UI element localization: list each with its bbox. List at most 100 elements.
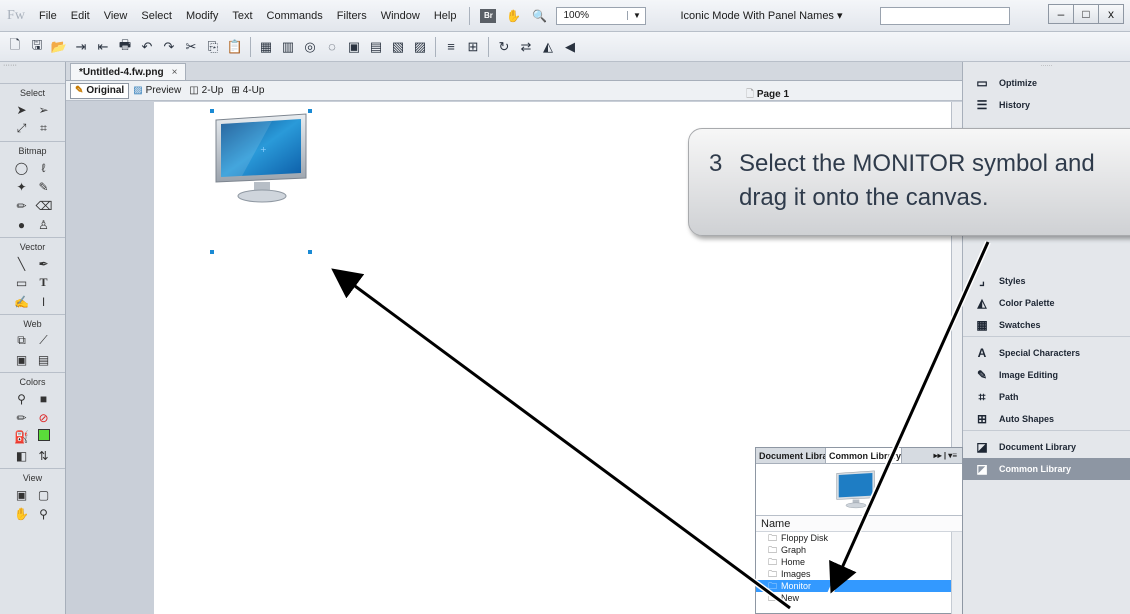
view-2up-button[interactable]: ◫ 2-Up	[185, 83, 227, 99]
lasso-tool-icon[interactable]: ℓ	[36, 161, 52, 175]
zoom-icon[interactable]: 🔍	[530, 7, 548, 25]
pointer-tool-icon[interactable]: ➤	[14, 103, 30, 117]
swap-colors-icon[interactable]: ⇅	[36, 449, 52, 463]
view-preview-button[interactable]: ▨ Preview	[129, 83, 185, 99]
flip-vertical-icon[interactable]: ◀	[559, 36, 581, 58]
show-slices-icon[interactable]: ▤	[36, 353, 52, 367]
panel-common-library[interactable]: ◪ Common Library	[963, 458, 1130, 480]
align-icon[interactable]: ≡	[440, 36, 462, 58]
view-4up-button[interactable]: ⊞ 4-Up	[227, 83, 268, 99]
copy-icon[interactable]: ⎘	[202, 36, 224, 58]
marquee-tool-icon[interactable]: ◯	[14, 161, 30, 175]
split-icon[interactable]: ◌	[321, 36, 343, 58]
send-back-icon[interactable]: ▨	[409, 36, 431, 58]
panel-color-palette[interactable]: ◭ Color Palette	[963, 292, 1130, 314]
selection-handle[interactable]	[210, 250, 214, 254]
send-backward-icon[interactable]: ▧	[387, 36, 409, 58]
standard-screen-icon[interactable]: ▣	[14, 488, 30, 502]
default-colors-icon[interactable]: ◧	[14, 449, 30, 463]
join-icon[interactable]: ◎	[299, 36, 321, 58]
panel-path[interactable]: ⌗ Path	[963, 386, 1130, 408]
pencil-tool-icon[interactable]: ✏	[14, 199, 30, 213]
knife-tool-icon[interactable]: ǀ	[36, 295, 52, 309]
text-tool-icon[interactable]: T	[36, 275, 52, 290]
list-item[interactable]: 🗀 New	[756, 592, 962, 604]
panel-document-library[interactable]: ◪ Document Library	[963, 436, 1130, 458]
selection-handle[interactable]	[308, 250, 312, 254]
line-tool-icon[interactable]: ╲	[14, 257, 30, 271]
slice-tool-icon[interactable]: ⟋	[36, 333, 52, 348]
bridge-icon[interactable]: Br	[480, 8, 497, 23]
menu-file[interactable]: File	[32, 10, 64, 22]
panel-styles[interactable]: ⌟ Styles	[963, 270, 1130, 292]
distribute-icon[interactable]: ⊞	[462, 36, 484, 58]
menu-view[interactable]: View	[97, 10, 135, 22]
rectangle-tool-icon[interactable]: ▭	[14, 276, 30, 290]
paint-bucket-icon[interactable]: ■	[36, 392, 52, 406]
tab-document-library[interactable]: Document Librar	[756, 448, 826, 463]
menu-filters[interactable]: Filters	[330, 10, 374, 22]
hand-icon[interactable]: ✋	[504, 7, 522, 25]
redo-icon[interactable]: ↷	[158, 36, 180, 58]
panel-special-characters[interactable]: A Special Characters	[963, 342, 1130, 364]
save-icon[interactable]: 🖫	[26, 36, 48, 58]
no-stroke-icon[interactable]: ⊘	[36, 411, 52, 425]
menu-edit[interactable]: Edit	[64, 10, 97, 22]
chevron-down-icon[interactable]: ▼	[627, 11, 645, 20]
paste-icon[interactable]: 📋	[224, 36, 246, 58]
new-file-icon[interactable]: 🗋	[4, 36, 26, 58]
maximize-button[interactable]: □	[1073, 4, 1099, 24]
hide-slices-icon[interactable]: ▣	[14, 353, 30, 367]
menu-commands[interactable]: Commands	[260, 10, 330, 22]
selection-handle[interactable]	[210, 109, 214, 113]
menu-window[interactable]: Window	[374, 10, 427, 22]
eyedropper-tool-icon[interactable]: ⚲	[14, 392, 30, 406]
panel-optimize[interactable]: ▭ Optimize	[963, 72, 1130, 94]
menu-help[interactable]: Help	[427, 10, 464, 22]
eraser-tool-icon[interactable]: ⌫	[36, 199, 53, 213]
list-item[interactable]: 🗀 Images	[756, 568, 962, 580]
menu-select[interactable]: Select	[134, 10, 179, 22]
list-item[interactable]: 🗀 Floppy Disk	[756, 532, 962, 544]
menu-text[interactable]: Text	[225, 10, 259, 22]
fill-bucket-icon[interactable]: ⛽	[14, 430, 30, 444]
blur-tool-icon[interactable]: ●	[14, 218, 30, 232]
monitor-symbol[interactable]: +	[212, 112, 312, 207]
flip-horizontal-icon[interactable]: ◭	[537, 36, 559, 58]
stroke-color-icon[interactable]: ✏	[14, 411, 30, 425]
bring-forward-icon[interactable]: ▤	[365, 36, 387, 58]
flip-icon[interactable]: ⇄	[515, 36, 537, 58]
magic-wand-icon[interactable]: ✦	[14, 180, 30, 194]
crop-tool-icon[interactable]: ⌗	[36, 121, 52, 136]
panel-grip[interactable]: ······	[963, 62, 1130, 72]
full-screen-menus-icon[interactable]: ▢	[36, 488, 52, 502]
list-item[interactable]: 🗀 Graph	[756, 544, 962, 556]
pen-tool-icon[interactable]: ✒	[36, 257, 52, 271]
panel-image-editing[interactable]: ✎ Image Editing	[963, 364, 1130, 386]
panel-menu-icon[interactable]: ▸▸ | ▾≡	[934, 451, 962, 460]
list-item-selected[interactable]: 🗀 Monitor	[756, 580, 962, 592]
panel-swatches[interactable]: ▦ Swatches	[963, 314, 1130, 336]
panel-history[interactable]: ☰ History	[963, 94, 1130, 116]
hotspot-tool-icon[interactable]: ⧉	[14, 333, 30, 348]
list-item[interactable]: 🗀 Home	[756, 556, 962, 568]
tab-common-library[interactable]: Common Library	[826, 448, 902, 463]
undo-icon[interactable]: ↶	[136, 36, 158, 58]
document-tab[interactable]: *Untitled-4.fw.png ×	[70, 63, 187, 80]
hand-tool-icon[interactable]: ✋	[14, 507, 30, 521]
zoom-select[interactable]: 100% ▼	[556, 6, 647, 25]
brush-tool-icon[interactable]: ✎	[36, 180, 52, 194]
export-icon[interactable]: ⇤	[92, 36, 114, 58]
freeform-tool-icon[interactable]: ✍	[14, 295, 30, 309]
view-original-button[interactable]: ✎ Original	[70, 82, 130, 99]
minimize-button[interactable]: –	[1048, 4, 1074, 24]
menu-modify[interactable]: Modify	[179, 10, 225, 22]
library-column-header[interactable]: Name	[756, 516, 962, 532]
ungroup-icon[interactable]: ▥	[277, 36, 299, 58]
panel-grip[interactable]: ······	[0, 62, 65, 84]
group-icon[interactable]: ▦	[255, 36, 277, 58]
workspace-switcher[interactable]: Iconic Mode With Panel Names ▾	[680, 9, 842, 22]
close-tab-icon[interactable]: ×	[172, 67, 178, 78]
rotate-icon[interactable]: ↻	[493, 36, 515, 58]
print-icon[interactable]: 🖶	[114, 36, 136, 58]
